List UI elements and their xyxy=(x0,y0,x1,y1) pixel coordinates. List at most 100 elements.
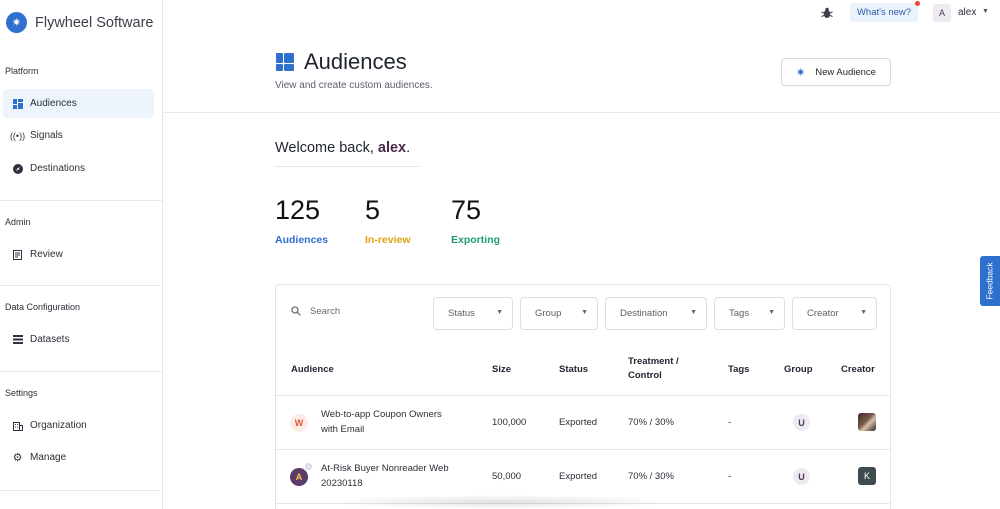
creator-avatar[interactable]: K xyxy=(858,467,876,485)
audience-treatment: 70% / 30% xyxy=(628,471,674,482)
column-header-treatment-control[interactable]: Treatment / Control xyxy=(628,355,698,383)
feedback-label: Feedback xyxy=(985,262,995,300)
search-icon xyxy=(291,306,301,319)
audience-status: Exported xyxy=(559,417,598,428)
audience-tags: - xyxy=(728,471,732,482)
stat-in-review-label[interactable]: In-review xyxy=(365,234,411,246)
creator-avatar[interactable] xyxy=(858,413,876,431)
sidebar-item-organization[interactable]: Organization xyxy=(3,411,154,440)
shared-badge-icon: ● xyxy=(304,462,313,471)
chevron-down-icon[interactable]: ▼ xyxy=(982,8,989,15)
audience-size: 50,000 xyxy=(492,471,522,482)
notification-dot xyxy=(915,1,920,6)
avatar[interactable]: A xyxy=(933,4,951,22)
sidebar-item-label: Audiences xyxy=(30,98,77,109)
row-divider xyxy=(276,449,890,450)
brand-name: Flywheel Software xyxy=(35,14,154,31)
column-header-creator[interactable]: Creator xyxy=(841,363,875,377)
filter-label: Status xyxy=(448,308,475,319)
sidebar-item-manage[interactable]: ⚙ Manage xyxy=(3,443,154,472)
column-header-group[interactable]: Group xyxy=(784,363,813,377)
audiences-grid-icon xyxy=(276,53,294,71)
whats-new-button[interactable]: What's new? xyxy=(850,3,918,22)
stat-audiences-label[interactable]: Audiences xyxy=(275,234,328,246)
column-header-size[interactable]: Size xyxy=(492,363,511,377)
group-filter[interactable]: Group ▼ xyxy=(520,297,598,330)
destination-filter[interactable]: Destination ▼ xyxy=(605,297,707,330)
sidebar-divider xyxy=(0,200,162,201)
audience-status: Exported xyxy=(559,471,598,482)
feedback-tab[interactable]: Feedback xyxy=(980,256,1000,306)
filter-label: Destination xyxy=(620,308,668,319)
section-label-settings: Settings xyxy=(5,388,38,398)
stat-audiences-count: 125 xyxy=(275,195,321,225)
filter-label: Creator xyxy=(807,308,839,319)
tags-filter[interactable]: Tags ▼ xyxy=(714,297,785,330)
chevron-down-icon: ▼ xyxy=(860,309,867,316)
sidebar-item-review[interactable]: Review xyxy=(3,240,154,269)
sidebar-item-destinations[interactable]: Destinations xyxy=(3,154,154,183)
sidebar-item-label: Organization xyxy=(30,420,87,431)
brand[interactable]: ✷ Flywheel Software xyxy=(6,12,153,33)
status-filter[interactable]: Status ▼ xyxy=(433,297,513,330)
chevron-down-icon: ▼ xyxy=(496,309,503,316)
signal-icon: ((•)) xyxy=(9,130,26,141)
welcome-suffix: . xyxy=(406,140,411,156)
document-icon xyxy=(12,249,23,260)
sidebar-divider xyxy=(0,490,162,491)
sidebar-item-audiences[interactable]: Audiences xyxy=(3,89,154,118)
sidebar-item-label: Signals xyxy=(30,130,63,141)
audience-name[interactable]: At-Risk Buyer Nonreader Web 20230118 xyxy=(321,461,461,491)
group-badge: U xyxy=(793,468,810,485)
gear-icon: ⚙ xyxy=(12,452,23,464)
building-icon xyxy=(12,420,23,431)
sidebar: ✷ Flywheel Software Platform Audiences (… xyxy=(0,0,163,509)
sidebar-item-label: Review xyxy=(30,249,63,260)
new-audience-button[interactable]: ✷ New Audience xyxy=(781,58,891,86)
welcome-message: Welcome back, alex. xyxy=(275,140,410,156)
chevron-down-icon: ▼ xyxy=(581,309,588,316)
audience-treatment: 70% / 30% xyxy=(628,417,674,428)
page-subtitle: View and create custom audiences. xyxy=(275,80,433,91)
column-header-audience[interactable]: Audience xyxy=(291,363,334,377)
creator-filter[interactable]: Creator ▼ xyxy=(792,297,877,330)
grid-icon xyxy=(12,98,23,109)
section-label-platform: Platform xyxy=(5,66,39,76)
stat-exporting-count: 75 xyxy=(451,195,482,225)
stat-exporting-label[interactable]: Exporting xyxy=(451,234,500,246)
welcome-underline xyxy=(275,166,419,167)
section-label-admin: Admin xyxy=(5,217,31,227)
group-badge: U xyxy=(793,414,810,431)
welcome-name: alex xyxy=(377,140,407,156)
sidebar-item-label: Manage xyxy=(30,452,67,463)
section-label-data-configuration: Data Configuration xyxy=(5,302,81,312)
scroll-shadow xyxy=(320,495,680,509)
filter-label: Group xyxy=(535,308,562,319)
stat-in-review-count: 5 xyxy=(365,195,381,225)
column-header-tags[interactable]: Tags xyxy=(728,363,749,377)
audience-avatar: A xyxy=(290,468,308,486)
user-name[interactable]: alex xyxy=(958,7,976,18)
flywheel-logo-icon: ✷ xyxy=(6,12,27,33)
audience-avatar: W xyxy=(290,414,308,432)
chevron-down-icon: ▼ xyxy=(768,309,775,316)
compass-icon xyxy=(12,163,23,174)
sidebar-item-datasets[interactable]: Datasets xyxy=(3,325,154,354)
bug-report-icon[interactable] xyxy=(820,6,834,20)
audiences-table-card: Status ▼ Group ▼ Destination ▼ Tags ▼ Creato… xyxy=(275,284,891,509)
search-input[interactable] xyxy=(310,303,420,319)
sidebar-divider xyxy=(0,371,162,372)
welcome-prefix: Welcome back, xyxy=(275,140,378,156)
page-title: Audiences xyxy=(304,49,407,74)
audience-name[interactable]: Web-to-app Coupon Owners with Email xyxy=(321,407,461,437)
sidebar-divider xyxy=(0,285,162,286)
column-header-status[interactable]: Status xyxy=(559,363,588,377)
sparkle-icon: ✷ xyxy=(796,66,806,79)
filter-label: Tags xyxy=(729,308,750,319)
audience-tags: - xyxy=(728,417,732,428)
chevron-down-icon: ▼ xyxy=(690,309,697,316)
sidebar-item-signals[interactable]: ((•)) Signals xyxy=(3,121,154,150)
header-divider xyxy=(163,112,1000,113)
audience-size: 100,000 xyxy=(492,417,527,428)
row-divider xyxy=(276,395,890,396)
